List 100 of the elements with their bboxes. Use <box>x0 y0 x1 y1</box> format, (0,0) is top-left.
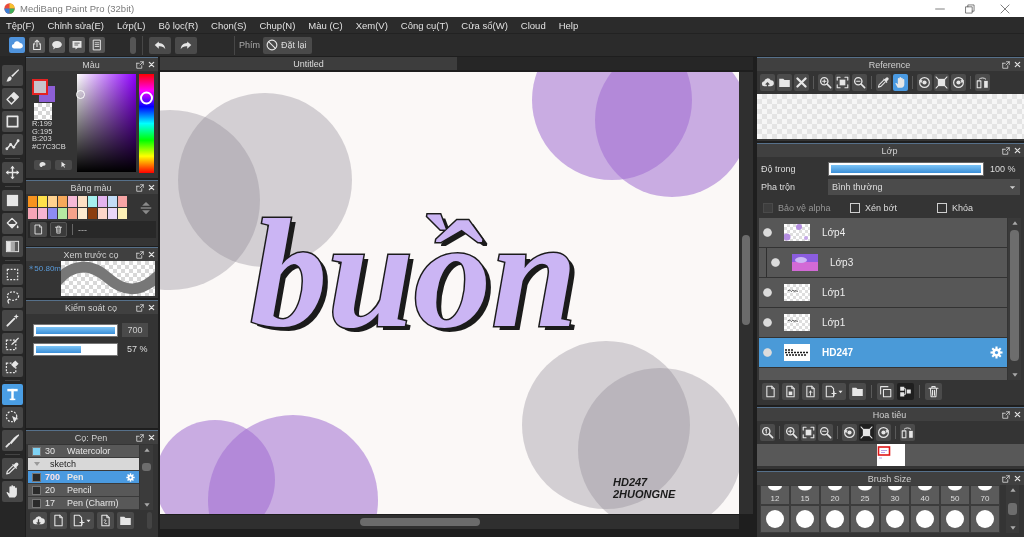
scroll-down-icon[interactable] <box>142 501 151 508</box>
restore-icon[interactable] <box>965 3 975 14</box>
transparent-swatch[interactable] <box>34 103 52 120</box>
menu-item[interactable]: Chụp(N) <box>259 19 296 31</box>
scroll-down-icon[interactable] <box>1008 524 1017 531</box>
menu-item[interactable]: Cửa sổ(W) <box>461 19 508 31</box>
foreground-color-swatch[interactable] <box>32 79 48 95</box>
scrollbar-thumb[interactable] <box>142 463 151 471</box>
color-swatch[interactable] <box>58 208 67 219</box>
trash-icon[interactable] <box>50 222 67 237</box>
duplicate-icon[interactable] <box>877 383 894 400</box>
color-swatch[interactable] <box>78 208 87 219</box>
new-page-icon[interactable] <box>30 222 47 237</box>
color-swatch[interactable] <box>28 196 37 207</box>
color-swatch[interactable] <box>48 208 57 219</box>
zoom-in-icon[interactable] <box>784 423 799 441</box>
menu-item[interactable]: Công cụ(T) <box>400 19 449 31</box>
visibility-dot-icon[interactable] <box>771 258 780 267</box>
undock-icon[interactable] <box>136 433 144 442</box>
folder-icon[interactable] <box>777 73 792 91</box>
menu-item[interactable]: Màu (C) <box>308 19 343 31</box>
color-swatch[interactable] <box>38 208 47 219</box>
color-swatch[interactable] <box>108 208 117 219</box>
scroll-up-icon[interactable] <box>1008 487 1017 494</box>
reset-button[interactable]: Đặt lại <box>263 36 312 54</box>
comment-icon[interactable] <box>69 37 85 53</box>
square-outline-icon[interactable] <box>2 111 23 132</box>
color-swatch[interactable] <box>58 196 67 207</box>
zoom-actual-icon[interactable] <box>760 423 775 441</box>
hue-slider-thumb[interactable] <box>140 91 153 105</box>
scroll-up-icon[interactable] <box>1010 220 1019 227</box>
color-swatch[interactable] <box>88 208 97 219</box>
undock-icon[interactable] <box>1002 146 1010 155</box>
undock-icon[interactable] <box>1002 60 1010 69</box>
color-swatch[interactable] <box>68 196 77 207</box>
undock-icon[interactable] <box>1002 474 1010 483</box>
brush-size-option[interactable] <box>880 505 910 533</box>
brush-size-option[interactable] <box>940 505 970 533</box>
color-swatch[interactable] <box>118 196 127 207</box>
eyedropper-icon[interactable] <box>2 458 23 479</box>
saturation-field[interactable] <box>77 74 136 172</box>
color-swatch[interactable] <box>108 196 117 207</box>
scroll-up-icon[interactable] <box>142 447 151 454</box>
blend-mode-dropdown[interactable]: Bình thường <box>828 179 1020 195</box>
brush-icon[interactable] <box>2 65 23 86</box>
menu-item[interactable]: Chọn(S) <box>211 19 247 31</box>
document-tab[interactable]: Untitled <box>160 57 457 70</box>
text-tool-icon[interactable] <box>2 384 23 405</box>
brush-size-option[interactable] <box>760 505 790 533</box>
undock-icon[interactable] <box>136 303 144 312</box>
zoom-out-icon[interactable] <box>818 423 833 441</box>
layer-row[interactable]: Lớp1 <box>759 278 1007 308</box>
trash-icon[interactable] <box>925 383 942 400</box>
flip-icon[interactable] <box>975 73 990 91</box>
zoom-in-icon[interactable] <box>818 73 833 91</box>
visibility-dot-icon[interactable] <box>763 228 772 237</box>
rotate-right-icon[interactable] <box>951 73 966 91</box>
rotate-left-icon[interactable] <box>917 73 932 91</box>
flip-icon[interactable] <box>900 423 915 441</box>
add-page-dropdown-icon[interactable] <box>822 383 846 400</box>
layer-row[interactable]: Lớp3 <box>759 248 1007 278</box>
cloud-icon[interactable] <box>9 37 25 53</box>
paint-bucket-icon[interactable] <box>2 213 23 234</box>
color-swatch[interactable] <box>98 208 107 219</box>
hand-icon[interactable] <box>2 481 23 502</box>
brush-row[interactable]: 30 Watercolor <box>28 445 139 458</box>
brush-size-option[interactable]: 15 <box>790 485 820 505</box>
scroll-down-icon[interactable] <box>1010 371 1019 378</box>
scrollbar-thumb[interactable] <box>1010 230 1019 361</box>
visibility-dot-icon[interactable] <box>763 348 772 357</box>
toolbar-grip[interactable] <box>130 36 136 54</box>
value-field[interactable]: 700 <box>122 323 148 337</box>
brush-size-option[interactable]: 20 <box>820 485 850 505</box>
document-icon[interactable] <box>89 37 105 53</box>
eraser-icon[interactable] <box>2 88 23 109</box>
slider-track[interactable] <box>33 342 118 356</box>
hue-slider[interactable] <box>139 74 154 173</box>
menu-item[interactable]: Bộ lọc(R) <box>158 19 199 31</box>
move-arrows-icon[interactable] <box>2 162 23 183</box>
menu-item[interactable]: Help <box>558 19 579 31</box>
scrollbar-thumb[interactable] <box>360 518 480 526</box>
hand-icon[interactable] <box>893 73 908 91</box>
scrollbar[interactable] <box>1008 218 1021 380</box>
add-page-dropdown-icon[interactable] <box>70 512 94 529</box>
close-icon[interactable] <box>794 73 809 91</box>
undock-icon[interactable] <box>136 183 144 192</box>
menu-item[interactable]: Lớp(L) <box>117 19 146 31</box>
gear-icon[interactable] <box>990 346 1003 359</box>
brush-size-option[interactable]: 70 <box>970 485 1000 505</box>
new-page-icon[interactable] <box>50 512 67 529</box>
layer-row[interactable]: Lớp1 <box>759 308 1007 338</box>
brush-size-option[interactable] <box>790 505 820 533</box>
menu-item[interactable]: Chỉnh sửa(E) <box>47 19 105 31</box>
brush-size-option[interactable] <box>910 505 940 533</box>
scrollbar[interactable] <box>1006 485 1019 533</box>
fit-frame-icon[interactable] <box>835 73 850 91</box>
dashed-square-icon[interactable] <box>2 264 23 285</box>
color-swatch[interactable] <box>48 196 57 207</box>
filled-square-icon[interactable] <box>2 190 23 211</box>
magic-wand-icon[interactable] <box>2 310 23 331</box>
